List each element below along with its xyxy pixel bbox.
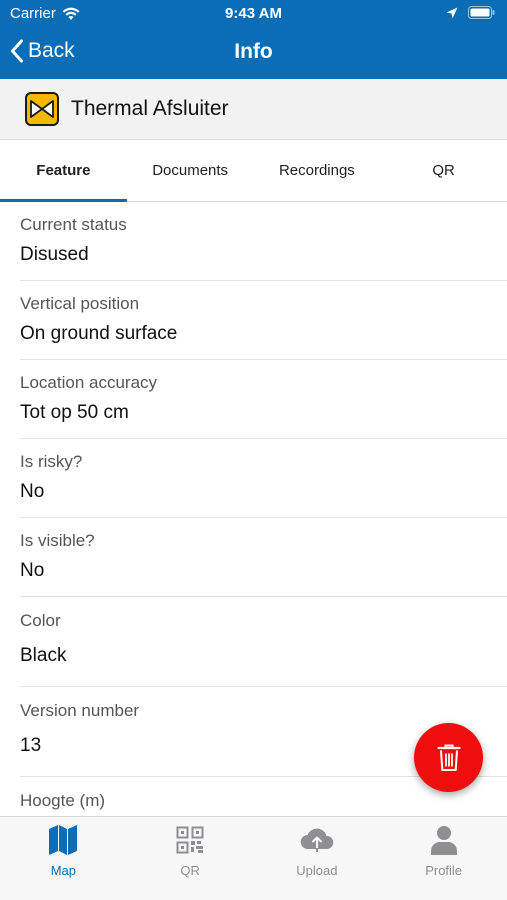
feature-header: Thermal Afsluiter: [0, 79, 507, 140]
qr-icon: [176, 826, 204, 854]
feature-name: Thermal Afsluiter: [71, 97, 229, 120]
battery-icon: [468, 6, 495, 19]
trash-icon: [436, 744, 461, 771]
property-label: Is risky?: [20, 452, 83, 471]
property-label: Version number: [20, 701, 140, 720]
bottom-tab-map[interactable]: Map: [0, 817, 127, 900]
property-label: Vertical position: [20, 294, 140, 313]
bottom-tab-qr[interactable]: QR: [127, 817, 254, 900]
delete-button[interactable]: [414, 723, 483, 792]
property-row-vertical-position: Vertical position On ground surface: [0, 281, 507, 360]
property-value: Tot op 50 cm: [20, 402, 129, 423]
tab-feature[interactable]: Feature: [0, 140, 127, 202]
profile-icon: [430, 826, 457, 855]
property-row-current-status: Current status Disused: [0, 202, 507, 281]
property-value: Black: [20, 645, 67, 666]
page-title: Info: [234, 40, 273, 63]
property-row-is-risky: Is risky? No: [0, 439, 507, 518]
upload-cloud-icon: [300, 828, 334, 852]
property-label: Current status: [20, 215, 127, 234]
property-label: Color: [20, 611, 61, 630]
property-value: Disused: [20, 244, 89, 265]
tab-recordings[interactable]: Recordings: [254, 140, 381, 201]
property-label: Is visible?: [20, 531, 95, 550]
location-arrow-icon: [446, 7, 458, 18]
status-bar: Carrier 9:43 AM: [0, 0, 507, 28]
property-value: On ground surface: [20, 323, 178, 344]
valve-icon: [25, 92, 59, 126]
property-value: No: [20, 481, 45, 502]
bottom-tab-label: Map: [50, 863, 77, 878]
property-row-location-accuracy: Location accuracy Tot op 50 cm: [0, 360, 507, 439]
bottom-tab-label: QR: [180, 863, 200, 878]
tab-qr[interactable]: QR: [380, 140, 507, 201]
bottom-tab-bar: Map QR Upload Profile: [0, 816, 507, 900]
property-value: No: [20, 560, 45, 581]
property-row-color: Color Black: [0, 597, 507, 687]
bottom-tab-profile[interactable]: Profile: [380, 817, 507, 900]
tab-bar: Feature Documents Recordings QR: [0, 140, 507, 202]
property-label: Hoogte (m): [20, 791, 106, 810]
property-label: Location accuracy: [20, 373, 158, 392]
bottom-tab-label: Profile: [425, 863, 463, 878]
bottom-tab-label: Upload: [296, 863, 338, 878]
navigation-bar: Back Info: [0, 28, 507, 79]
property-row-is-visible: Is visible? No: [0, 518, 507, 597]
clock: 9:43 AM: [225, 5, 282, 22]
tab-documents[interactable]: Documents: [127, 140, 254, 201]
bottom-tab-upload[interactable]: Upload: [254, 817, 381, 900]
map-icon: [49, 825, 78, 855]
feature-properties-list[interactable]: Current status Disused Vertical position…: [0, 202, 507, 816]
